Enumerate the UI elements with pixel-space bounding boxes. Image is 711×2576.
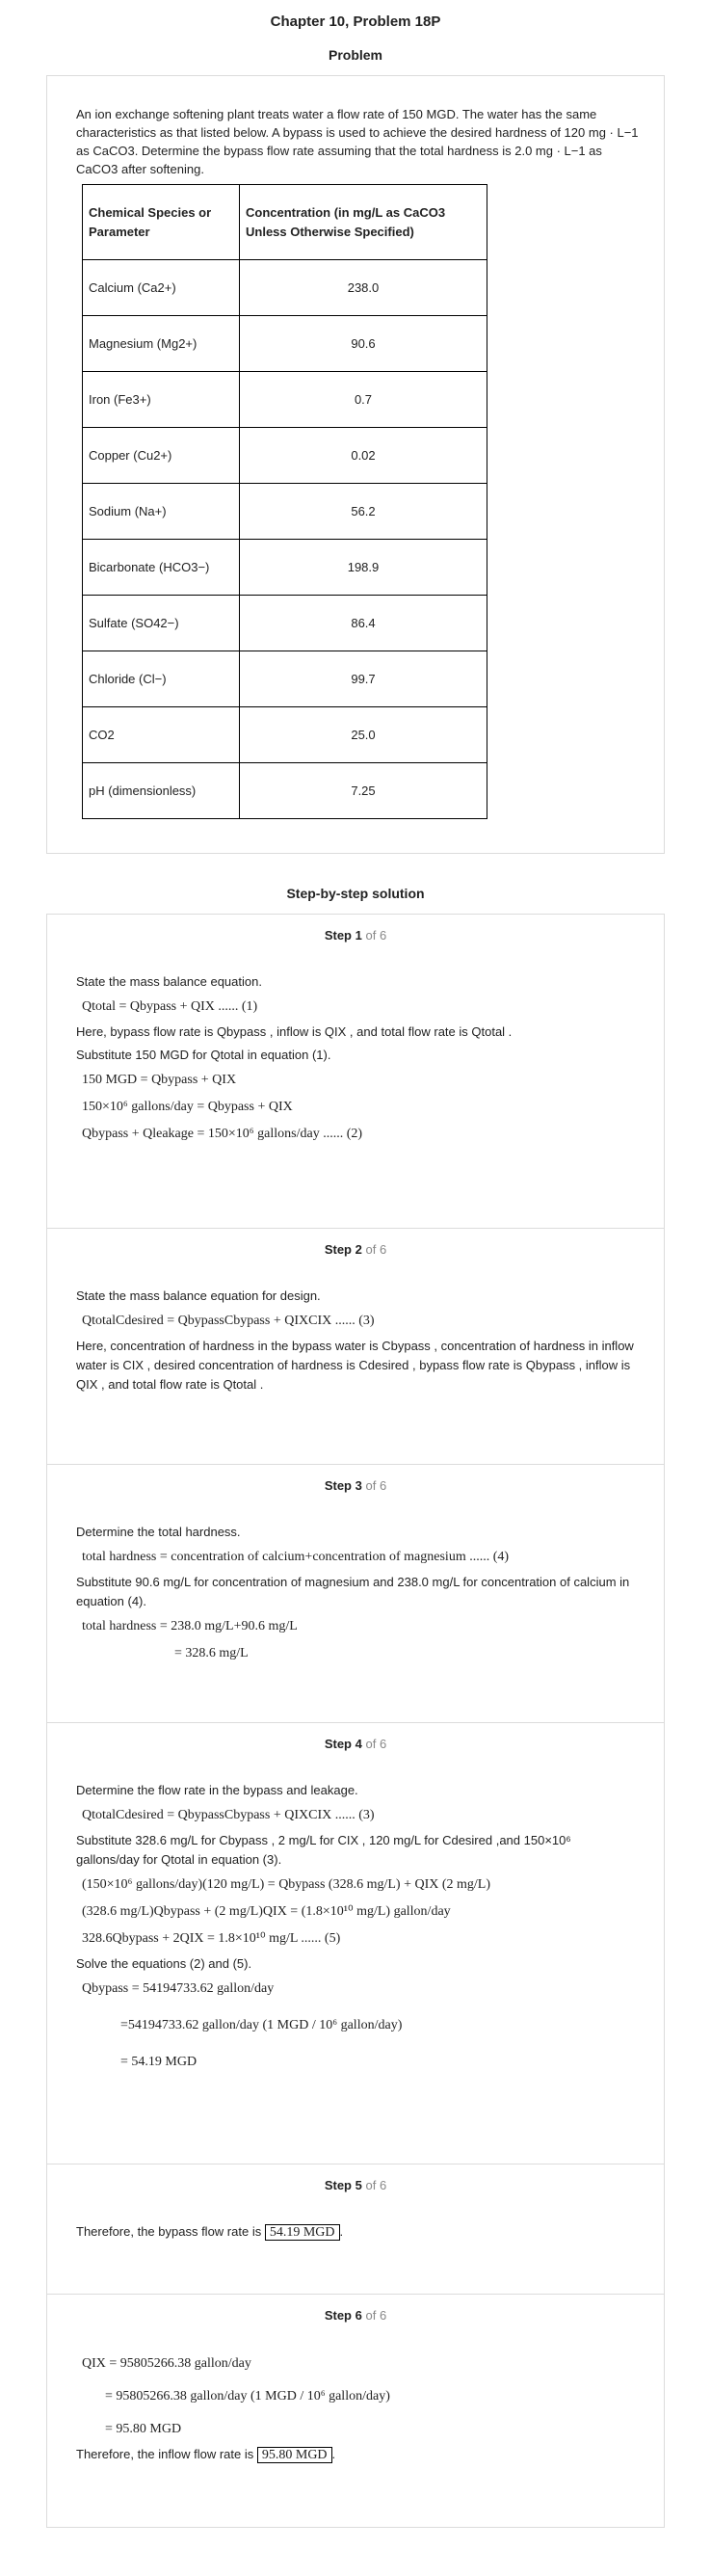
steps-container: Step 1 of 6 State the mass balance equat… [46, 914, 665, 2528]
step-line: Determine the flow rate in the bypass an… [76, 1783, 358, 1797]
species-cell: CO2 [82, 706, 240, 763]
species-cell: Magnesium (Mg2+) [82, 315, 240, 372]
species-cell: Copper (Cu2+) [82, 427, 240, 484]
step-line: Therefore, the inflow flow rate is 95.80… [76, 2447, 336, 2463]
step-equation: total hardness = 238.0 mg/L+90.6 mg/L [82, 1619, 298, 1633]
step-equation: QtotalCdesired = QbypassCbypass + QIXCIX… [82, 1314, 375, 1328]
step-equation: (150×10⁶ gallons/day)(120 mg/L) = Qbypas… [82, 1877, 491, 1892]
step-equation: 150 MGD = Qbypass + QIX [82, 1073, 237, 1087]
step-equation: Qbypass + Qleakage = 150×10⁶ gallons/day… [82, 1127, 363, 1141]
step-line: Substitute 150 MGD for Qtotal in equatio… [76, 1048, 331, 1062]
step-equation: QIX = 95805266.38 gallon/day [82, 2356, 251, 2371]
step-line: State the mass balance equation for desi… [76, 1288, 321, 1303]
step-line: Therefore, the bypass flow rate is 54.19… [76, 2224, 344, 2241]
species-cell: Sulfate (SO42−) [82, 595, 240, 651]
problem-card: An ion exchange softening plant treats w… [46, 75, 665, 854]
table-row: Sodium (Na+) 56.2 [82, 483, 487, 540]
step-equation: = 54.19 MGD [120, 2055, 198, 2069]
table-row: Iron (Fe3+) 0.7 [82, 371, 487, 428]
step-equation: = 95.80 MGD [105, 2422, 182, 2436]
value-cell: 90.6 [239, 315, 487, 372]
page: Chapter 10, Problem 18P Problem An ion e… [0, 0, 711, 2528]
table-row: Copper (Cu2+) 0.02 [82, 427, 487, 484]
step-card: Step 6 of 6 QIX = 95805266.38 gallon/day… [47, 2294, 664, 2527]
answer-box: 95.80 MGD [256, 2447, 332, 2463]
answer-box: 54.19 MGD [264, 2224, 340, 2241]
step-equation: =54194733.62 gallon/day (1 MGD / 10⁶ gal… [120, 2018, 403, 2032]
table-row: Calcium (Ca2+) 238.0 [82, 259, 487, 316]
step-card: Step 4 of 6 Determine the flow rate in t… [47, 1722, 664, 2164]
species-cell: Chloride (Cl−) [82, 651, 240, 707]
step-line: Determine the total hardness. [76, 1525, 241, 1539]
conclusion-text: Therefore, the inflow flow rate is [76, 2447, 254, 2461]
value-cell: 99.7 [239, 651, 487, 707]
value-cell: 86.4 [239, 595, 487, 651]
step-line: Substitute 90.6 mg/L for concentration o… [76, 1575, 630, 1608]
conclusion-text: Therefore, the bypass flow rate is [76, 2224, 262, 2239]
table-header: Chemical Species or Parameter [82, 184, 240, 260]
species-cell: Calcium (Ca2+) [82, 259, 240, 316]
value-cell: 7.25 [239, 762, 487, 819]
step-line: Solve the equations (2) and (5). [76, 1956, 252, 1971]
step-equation: = 95805266.38 gallon/day (1 MGD / 10⁶ ga… [105, 2389, 390, 2403]
step-heading: Step 5 of 6 [324, 2178, 387, 2192]
table-row: Chloride (Cl−) 99.7 [82, 651, 487, 707]
table-header-row: Chemical Species or Parameter Concentrat… [82, 184, 487, 260]
step-heading: Step 4 of 6 [324, 1737, 387, 1751]
species-cell: Bicarbonate (HCO3−) [82, 539, 240, 596]
step-line: Here, concentration of hardness in the b… [76, 1339, 634, 1392]
value-cell: 238.0 [239, 259, 487, 316]
step-heading: Step 1 of 6 [324, 928, 387, 943]
species-cell: pH (dimensionless) [82, 762, 240, 819]
step-card: Step 5 of 6 Therefore, the bypass flow r… [47, 2164, 664, 2294]
step-equation: QtotalCdesired = QbypassCbypass + QIXCIX… [82, 1808, 375, 1822]
step-card: Step 1 of 6 State the mass balance equat… [47, 915, 664, 1228]
step-card: Step 2 of 6 State the mass balance equat… [47, 1228, 664, 1464]
species-cell: Iron (Fe3+) [82, 371, 240, 428]
table-header: Concentration (in mg/L as CaCO3 Unless O… [239, 184, 487, 260]
table-row: Magnesium (Mg2+) 90.6 [82, 315, 487, 372]
step-equation: Qbypass = 54194733.62 gallon/day [82, 1981, 275, 1996]
page-title: Chapter 10, Problem 18P [270, 13, 441, 30]
step-equation: 150×10⁶ gallons/day = Qbypass + QIX [82, 1100, 293, 1114]
characteristics-table: Chemical Species or Parameter Concentrat… [82, 184, 487, 819]
step-equation: = 328.6 mg/L [174, 1646, 249, 1660]
problem-heading: Problem [328, 47, 382, 63]
table-row: CO2 25.0 [82, 706, 487, 763]
value-cell: 0.7 [239, 371, 487, 428]
step-equation: Qtotal = Qbypass + QIX ...... (1) [82, 999, 258, 1014]
step-equation: total hardness = concentration of calciu… [82, 1550, 510, 1564]
problem-text: An ion exchange softening plant treats w… [76, 107, 639, 176]
step-line: Substitute 328.6 mg/L for Cbypass , 2 mg… [76, 1833, 571, 1867]
solution-heading: Step-by-step solution [286, 886, 425, 901]
step-line: State the mass balance equation. [76, 974, 262, 989]
value-cell: 25.0 [239, 706, 487, 763]
species-cell: Sodium (Na+) [82, 483, 240, 540]
table-row: Bicarbonate (HCO3−) 198.9 [82, 539, 487, 596]
value-cell: 56.2 [239, 483, 487, 540]
table-row: Sulfate (SO42−) 86.4 [82, 595, 487, 651]
step-heading: Step 2 of 6 [324, 1242, 387, 1257]
step-card: Step 3 of 6 Determine the total hardness… [47, 1464, 664, 1722]
value-cell: 198.9 [239, 539, 487, 596]
table-row: pH (dimensionless) 7.25 [82, 762, 487, 819]
step-heading: Step 6 of 6 [324, 2308, 387, 2323]
step-heading: Step 3 of 6 [324, 1478, 387, 1493]
step-equation: 328.6Qbypass + 2QIX = 1.8×10¹⁰ mg/L ....… [82, 1931, 341, 1946]
step-line: Here, bypass flow rate is Qbypass , infl… [76, 1024, 513, 1039]
step-equation: (328.6 mg/L)Qbypass + (2 mg/L)QIX = (1.8… [82, 1904, 451, 1919]
value-cell: 0.02 [239, 427, 487, 484]
